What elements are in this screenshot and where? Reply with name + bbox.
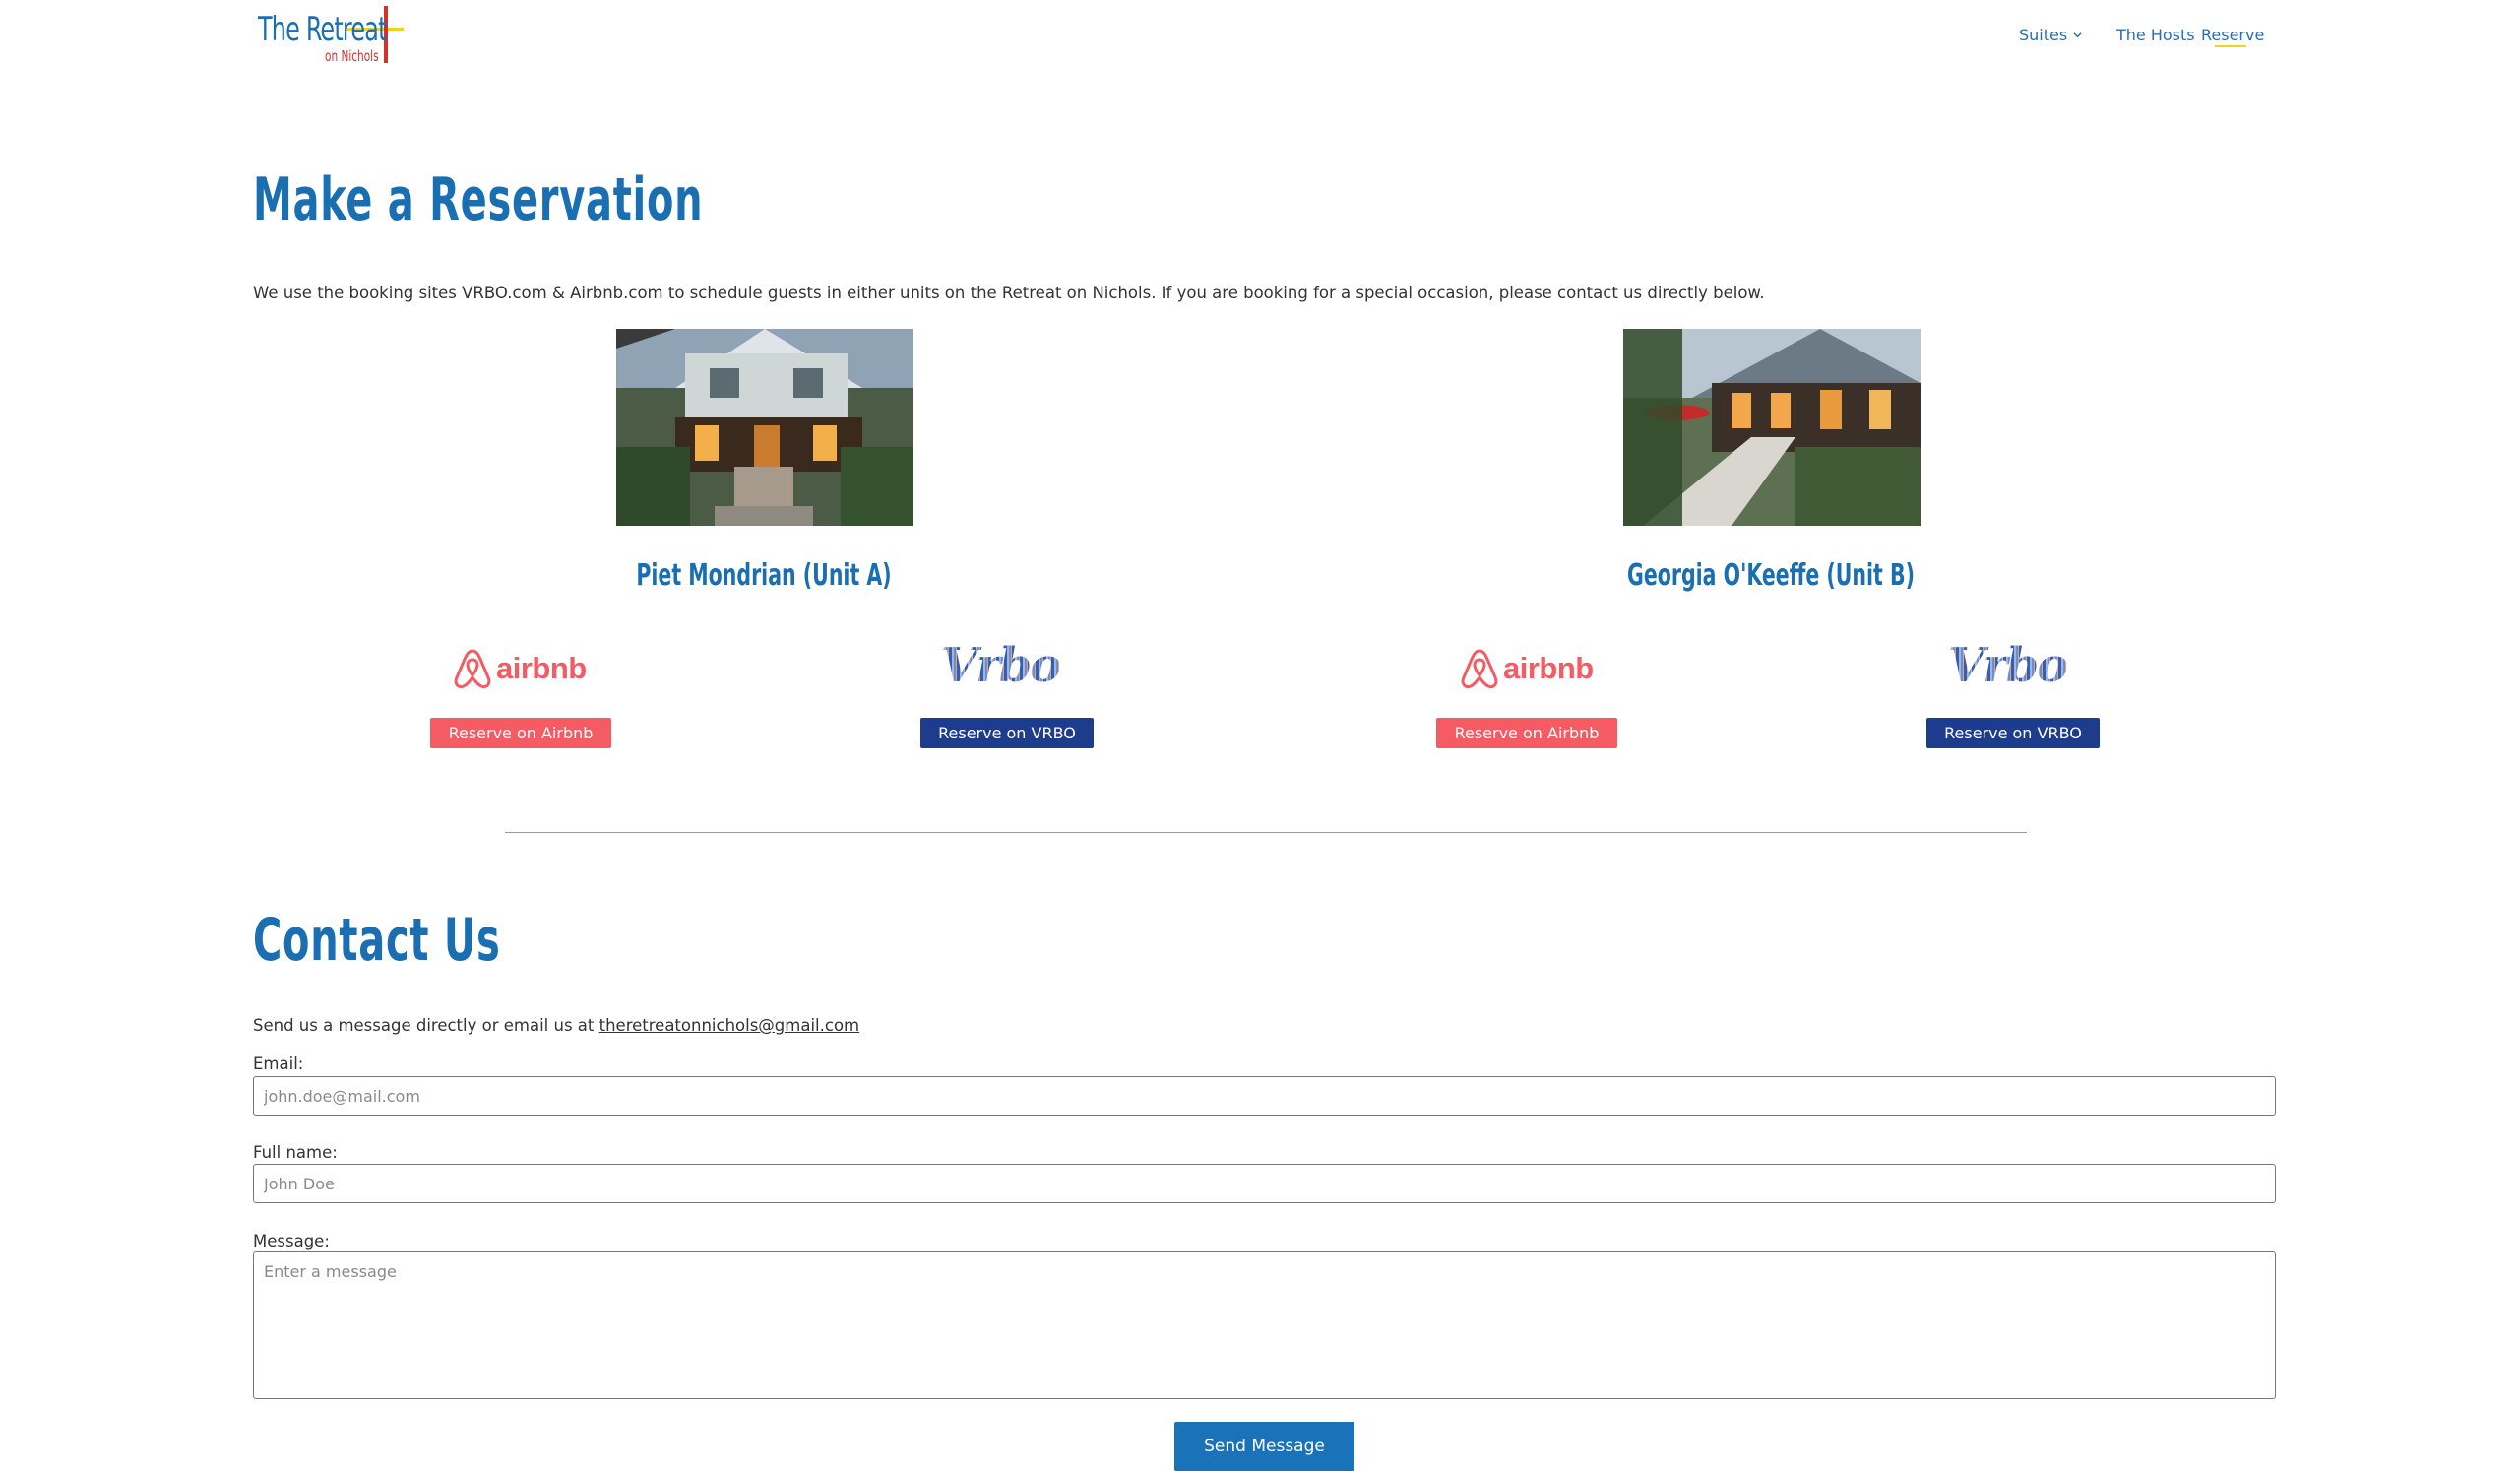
nav-suites[interactable]: Suites: [2019, 22, 2082, 47]
suite-b-photo: [1623, 329, 1921, 526]
full-name-label: Full name:: [253, 1143, 338, 1162]
reserve-airbnb-unit-a-button[interactable]: Reserve on Airbnb: [430, 718, 611, 748]
logo-subtitle: on Nichols: [325, 47, 379, 65]
reserve-vrbo-unit-b-button[interactable]: Reserve on VRBO: [1926, 718, 2100, 748]
vrbo-wordmark-a: Vrbo: [941, 638, 1061, 693]
airbnb-logo-b: airbnb: [1460, 646, 1594, 691]
logo-title: The Retreat: [258, 10, 387, 49]
vrbo-wordmark-b: Vrbo: [1948, 638, 2068, 693]
vrbo-logo-b: Vrbo: [1948, 638, 2068, 693]
suite-a-name: Piet Mondrian (Unit A): [636, 558, 892, 593]
page-title: Make a Reservation: [253, 165, 704, 234]
nav-reserve-label: Reserve: [2201, 25, 2265, 44]
chevron-down-icon: [2073, 32, 2082, 37]
airbnb-icon: [454, 649, 491, 688]
message-field[interactable]: [253, 1251, 2276, 1399]
email-field[interactable]: [253, 1076, 2276, 1116]
reserve-vrbo-unit-a-button[interactable]: Reserve on VRBO: [920, 718, 1094, 748]
reservation-intro: We use the booking sites VRBO.com & Airb…: [253, 284, 1765, 302]
full-name-field[interactable]: [253, 1164, 2276, 1203]
nav-reserve[interactable]: Reserve: [2201, 22, 2264, 47]
nav-the-hosts[interactable]: The Hosts: [2116, 22, 2195, 47]
contact-intro-text: Send us a message directly or email us a…: [253, 1016, 599, 1035]
send-message-button[interactable]: Send Message: [1174, 1422, 1354, 1471]
nav-active-underline: [2215, 45, 2246, 47]
contact-email-link[interactable]: theretreatonnichols@gmail.com: [599, 1016, 859, 1035]
airbnb-icon: [1461, 649, 1498, 688]
reserve-airbnb-unit-b-button[interactable]: Reserve on Airbnb: [1436, 718, 1617, 748]
site-logo[interactable]: The Retreat on Nichols: [258, 6, 406, 65]
contact-intro: Send us a message directly or email us a…: [253, 1016, 859, 1035]
airbnb-wordmark-a: airbnb: [496, 651, 587, 685]
message-label: Message:: [253, 1232, 330, 1250]
email-label: Email:: [253, 1055, 304, 1073]
suite-b-name: Georgia O'Keeffe (Unit B): [1627, 558, 1915, 593]
nav-suites-label: Suites: [2019, 25, 2068, 44]
section-divider: [505, 832, 2027, 833]
suite-a-photo: [616, 329, 914, 526]
vrbo-logo-a: Vrbo: [941, 638, 1061, 693]
nav-hosts-label: The Hosts: [2116, 25, 2195, 44]
airbnb-wordmark-b: airbnb: [1503, 651, 1594, 685]
airbnb-logo-a: airbnb: [453, 646, 587, 691]
contact-title: Contact Us: [253, 906, 501, 975]
